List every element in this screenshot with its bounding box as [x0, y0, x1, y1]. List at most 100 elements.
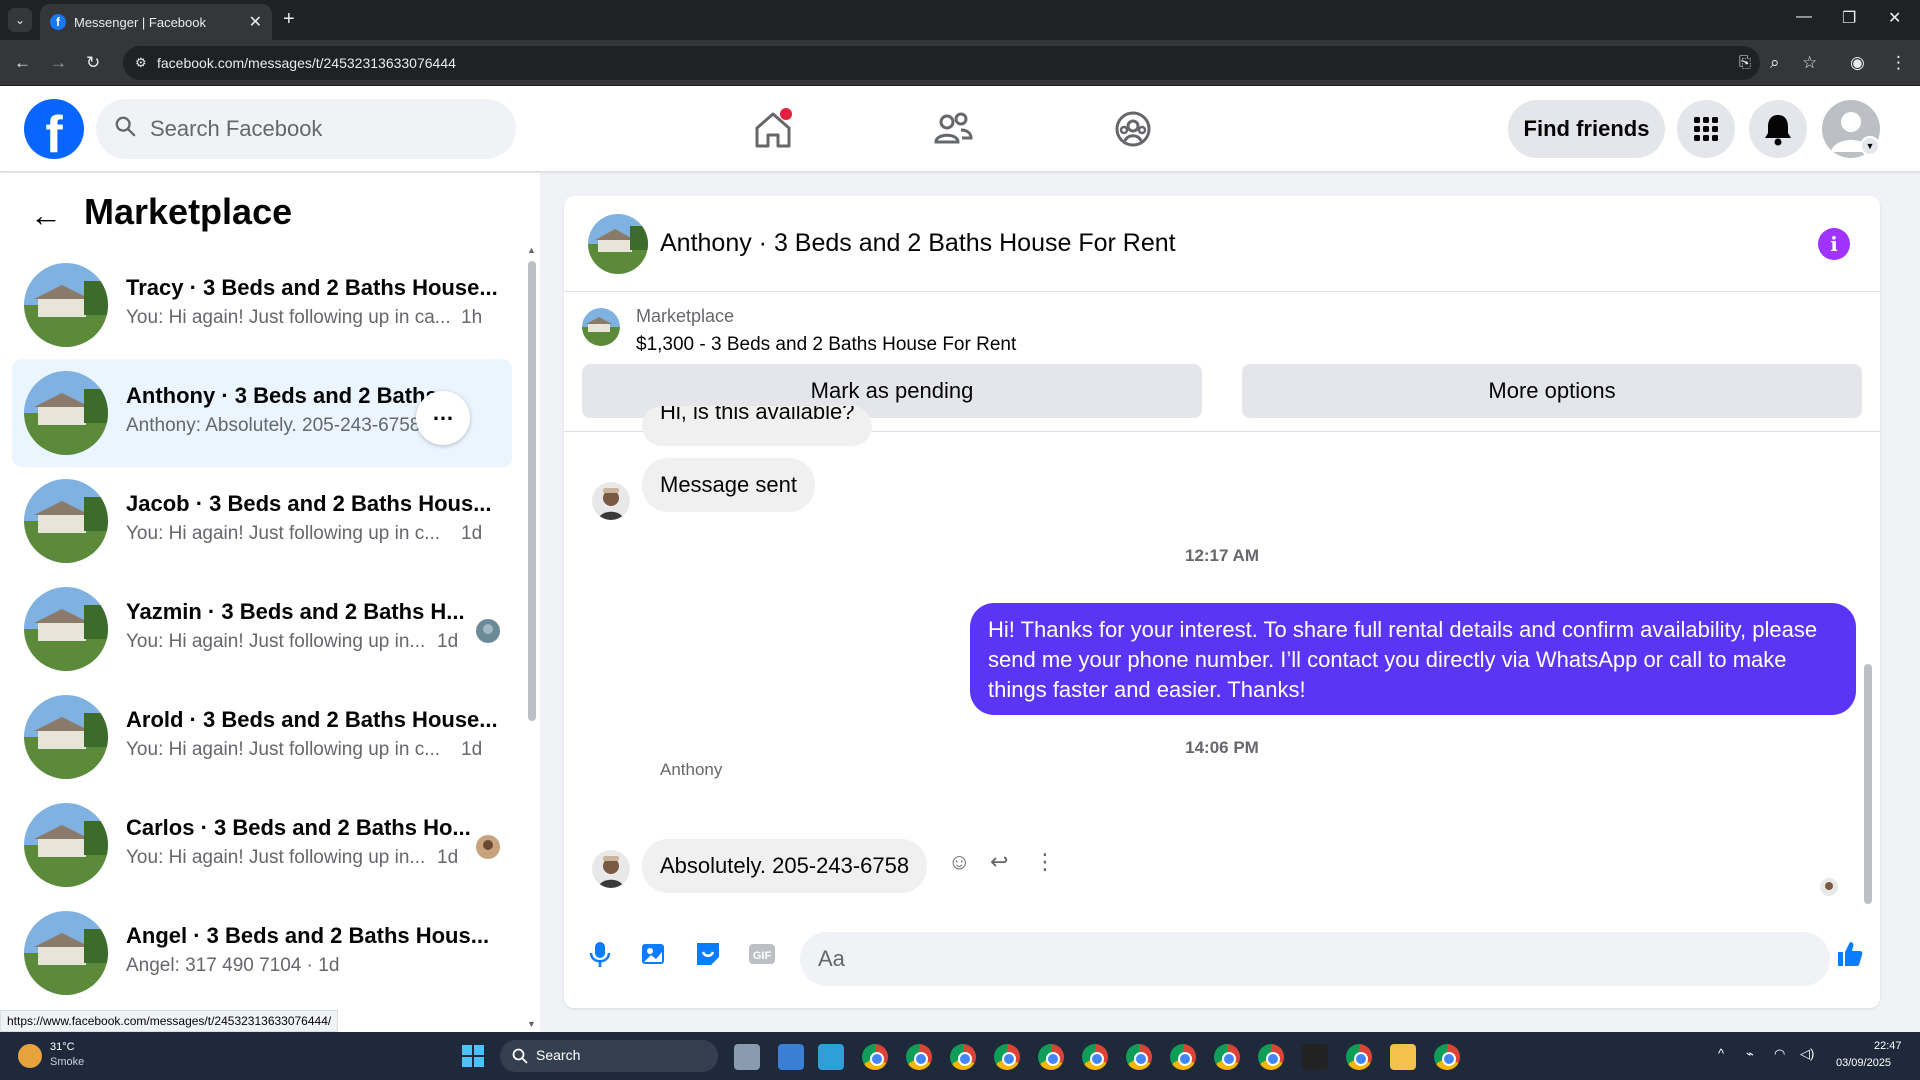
conversation-time: 1d [437, 631, 459, 652]
windows-taskbar: 31°C Smoke Search ^ ⌁ ◠ ◁) 22:47 03/09/2… [0, 1032, 1920, 1080]
calculator-icon[interactable] [778, 1044, 804, 1070]
browser-tab[interactable]: f Messenger | Facebook ✕ [40, 4, 272, 40]
scroll-down-arrow-icon[interactable]: ▼ [527, 1019, 536, 1029]
reply-icon[interactable]: ↩ [990, 849, 1008, 875]
find-friends-button[interactable]: Find friends [1508, 100, 1665, 158]
chrome-icon[interactable] [1434, 1044, 1460, 1070]
photo-icon[interactable] [638, 938, 670, 970]
notifications-button[interactable] [1749, 100, 1807, 158]
microphone-icon[interactable] [584, 938, 616, 970]
profile-icon[interactable]: ◉ [1850, 53, 1865, 73]
gif-icon[interactable]: GIF [746, 938, 778, 970]
back-icon[interactable]: ← [14, 53, 31, 73]
message-input[interactable] [818, 942, 1718, 976]
message-input-box[interactable] [800, 932, 1830, 986]
windows-start-icon[interactable] [462, 1045, 484, 1067]
home-nav[interactable] [748, 104, 798, 154]
taskbar-search[interactable]: Search [500, 1040, 718, 1072]
account-chevron-down-icon[interactable]: ▼ [1860, 136, 1880, 156]
chrome-menu-icon[interactable]: ⋮ [1890, 53, 1907, 73]
sidebar-title: Marketplace [84, 191, 293, 232]
chat-scrollbar[interactable] [1864, 664, 1872, 904]
sender-avatar[interactable] [592, 482, 630, 520]
close-tab-icon[interactable]: ✕ [249, 12, 262, 32]
friends-nav[interactable] [928, 104, 978, 154]
more-options-button[interactable]: More options [1242, 364, 1862, 418]
sidebar-scrollbar[interactable] [528, 261, 536, 721]
back-arrow-icon[interactable]: ← [30, 197, 62, 234]
reload-icon[interactable]: ↻ [86, 53, 100, 73]
conversation-snippet: You: Hi again! Just following up in c... [126, 739, 441, 760]
figma-icon[interactable] [1302, 1044, 1328, 1070]
file-explorer-icon[interactable] [1390, 1044, 1416, 1070]
thumbs-up-icon[interactable] [1834, 938, 1866, 970]
facebook-header: f Find friends ▼ [0, 86, 1920, 172]
network-icon[interactable]: ⌁ [1746, 1046, 1754, 1062]
chrome-icon[interactable] [1170, 1044, 1196, 1070]
chrome-icon[interactable] [1126, 1044, 1152, 1070]
sender-avatar[interactable] [592, 850, 630, 888]
weather-icon[interactable] [18, 1044, 42, 1068]
conversation-name: Angel · 3 Beds and 2 Baths Hous... [126, 923, 490, 948]
chrome-icon[interactable] [1214, 1044, 1240, 1070]
minimize-button[interactable]: — [1796, 8, 1812, 26]
link-status-bar: https://www.facebook.com/messages/t/2453… [0, 1010, 339, 1032]
search-box[interactable] [96, 99, 516, 159]
listing-title[interactable]: $1,300 - 3 Beds and 2 Baths House For Re… [636, 334, 1016, 356]
address-bar[interactable]: ⚙ facebook.com/messages/t/24532313633076… [123, 46, 1760, 80]
chrome-icon[interactable] [994, 1044, 1020, 1070]
volume-icon[interactable]: ◁) [1800, 1046, 1814, 1062]
clock-time[interactable]: 22:47 [1874, 1040, 1902, 1052]
outgoing-message-bubble: Hi! Thanks for your interest. To share f… [970, 603, 1856, 715]
search-input[interactable] [150, 111, 500, 147]
app-icon[interactable] [818, 1044, 844, 1070]
install-app-icon[interactable]: ⎘ [1739, 54, 1751, 71]
chrome-icon[interactable] [1038, 1044, 1064, 1070]
tab-search-button[interactable]: ⌄ [8, 8, 32, 32]
conversation-item[interactable]: Angel · 3 Beds and 2 Baths Hous... Angel… [12, 899, 512, 1007]
forward-icon[interactable]: → [50, 53, 67, 73]
listing-thumbnail[interactable] [582, 308, 620, 346]
info-icon[interactable]: i [1818, 228, 1850, 260]
scroll-up-arrow-icon[interactable]: ▲ [527, 245, 536, 255]
conversation-item[interactable]: Jacob · 3 Beds and 2 Baths Hous... You: … [12, 467, 512, 575]
conversation-item[interactable]: Carlos · 3 Beds and 2 Baths Ho... You: H… [12, 791, 512, 899]
chrome-icon[interactable] [950, 1044, 976, 1070]
site-info-icon[interactable]: ⚙ [135, 55, 147, 71]
sender-name: Anthony [660, 760, 723, 779]
weather-condition: Smoke [50, 1056, 85, 1068]
wifi-icon[interactable]: ◠ [1774, 1046, 1785, 1062]
restore-button[interactable]: ❐ [1842, 8, 1856, 28]
address-toolbar: ← → ↻ ⚙ facebook.com/messages/t/24532313… [0, 40, 1920, 86]
chrome-icon[interactable] [1346, 1044, 1372, 1070]
groups-nav[interactable] [1108, 104, 1158, 154]
conversation-snippet: You: Hi again! Just following up in c... [126, 523, 441, 544]
tray-chevron-up-icon[interactable]: ^ [1718, 1046, 1724, 1061]
listing-thumbnail [24, 263, 108, 347]
chrome-icon[interactable] [1082, 1044, 1108, 1070]
react-emoji-icon[interactable]: ☺ [948, 849, 970, 875]
conversation-time: 1d [461, 739, 483, 760]
bookmark-star-icon[interactable]: ☆ [1802, 53, 1817, 73]
facebook-logo[interactable]: f [24, 99, 84, 159]
chrome-icon-active[interactable] [1258, 1044, 1284, 1070]
zoom-icon[interactable]: ⌕ [1770, 53, 1780, 73]
close-window-button[interactable]: ✕ [1888, 8, 1901, 28]
sticker-icon[interactable] [692, 938, 724, 970]
chrome-icon[interactable] [906, 1044, 932, 1070]
conversation-item[interactable]: Tracy · 3 Beds and 2 Baths House... You:… [12, 251, 512, 359]
listing-thumbnail [24, 587, 108, 671]
more-vertical-icon[interactable]: ⋮ [1034, 849, 1056, 875]
chrome-icon[interactable] [862, 1044, 888, 1070]
new-tab-button[interactable]: + [283, 8, 295, 31]
chat-title[interactable]: Anthony · 3 Beds and 2 Baths House For R… [660, 229, 1176, 258]
chat-listing-avatar[interactable] [588, 214, 648, 274]
menu-button[interactable] [1677, 100, 1735, 158]
clock-date[interactable]: 03/09/2025 [1836, 1057, 1891, 1069]
conversation-item-active[interactable]: Anthony · 3 Beds and 2 Baths ... Anthony… [12, 359, 512, 467]
incoming-message-bubble[interactable]: Absolutely. 205-243-6758 [642, 839, 928, 893]
task-view-icon[interactable] [734, 1044, 760, 1070]
conversation-item[interactable]: Arold · 3 Beds and 2 Baths House... You:… [12, 683, 512, 791]
conversation-more-button[interactable]: … [416, 391, 470, 445]
conversation-item[interactable]: Yazmin · 3 Beds and 2 Baths H... You: Hi… [12, 575, 512, 683]
